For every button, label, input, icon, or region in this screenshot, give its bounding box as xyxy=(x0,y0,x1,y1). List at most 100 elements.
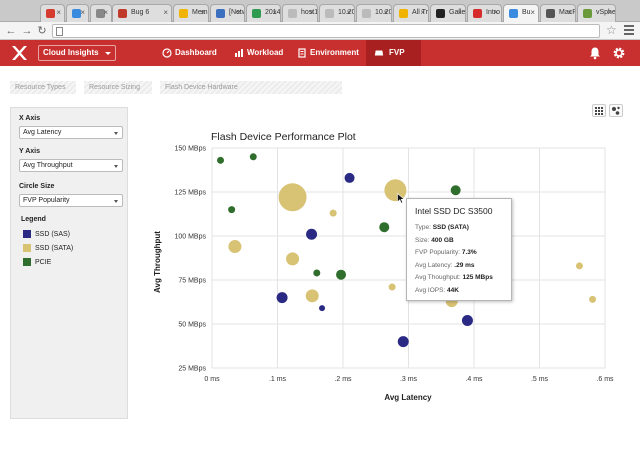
browser-tab[interactable]: Bu × xyxy=(503,4,539,22)
data-point[interactable] xyxy=(249,153,257,161)
close-icon[interactable]: × xyxy=(103,8,108,17)
bell-icon[interactable] xyxy=(588,46,602,60)
close-icon[interactable]: × xyxy=(236,8,241,17)
browser-tab[interactable]: vSphe × xyxy=(577,4,616,22)
data-point[interactable] xyxy=(336,269,347,280)
close-icon[interactable]: × xyxy=(457,8,462,17)
x-axis-select[interactable]: Avg Latency xyxy=(19,126,123,139)
data-point[interactable] xyxy=(589,295,597,303)
close-icon[interactable]: × xyxy=(346,8,351,17)
chevron-down-icon xyxy=(114,165,118,168)
browser-tab[interactable]: 10.20 × xyxy=(356,4,392,22)
reload-button[interactable]: ↻ xyxy=(35,24,49,38)
app-selector[interactable]: Cloud Insights xyxy=(38,45,116,61)
data-point[interactable] xyxy=(344,172,355,183)
nav-fvp[interactable]: FVP xyxy=(366,40,421,66)
circle-size-value: FVP Popularity xyxy=(23,197,70,204)
favicon-icon xyxy=(509,9,518,18)
data-point[interactable] xyxy=(276,292,288,304)
close-icon[interactable]: × xyxy=(420,8,425,17)
tooltip-row-throughput: Avg Thoughput: 125 MBps xyxy=(415,274,503,287)
address-bar[interactable] xyxy=(52,24,600,38)
close-icon[interactable]: × xyxy=(163,8,168,17)
back-button[interactable]: ← xyxy=(4,24,18,38)
circle-size-select[interactable]: FVP Popularity xyxy=(19,194,123,207)
browser-tab[interactable]: × xyxy=(40,4,65,22)
data-point[interactable] xyxy=(305,289,319,303)
browser-menu-icon[interactable] xyxy=(624,24,634,37)
browser-tab[interactable]: Intro × xyxy=(467,4,502,22)
x-tick-label: .5 ms xyxy=(531,376,549,383)
data-point[interactable] xyxy=(329,209,337,217)
data-point[interactable] xyxy=(228,206,236,214)
browser-tab[interactable]: All Tr × xyxy=(393,4,429,22)
tooltip-label: FVP Popularity: xyxy=(415,249,461,256)
browser-tab[interactable]: Bug 6 × xyxy=(112,4,172,22)
tab-flash-device-hardware[interactable]: Flash Device Hardware xyxy=(160,81,342,94)
data-point[interactable] xyxy=(575,262,583,270)
mouse-cursor-icon xyxy=(397,193,405,204)
browser-tab[interactable]: [Netw× xyxy=(210,4,245,22)
legend-item-ssd-sas[interactable]: SSD (SAS) xyxy=(23,230,70,240)
x-axis-label: X Axis xyxy=(19,115,41,122)
data-point[interactable] xyxy=(286,252,300,266)
browser-tab[interactable]: 10.20 × xyxy=(319,4,355,22)
close-icon[interactable]: × xyxy=(383,8,388,17)
tooltip-label: Avg Thoughput: xyxy=(415,274,461,281)
y-axis-select[interactable]: Avg Throughput xyxy=(19,159,123,172)
close-icon[interactable]: × xyxy=(80,8,85,17)
browser-tab[interactable]: MacR × xyxy=(540,4,576,22)
plot-controls-panel: X Axis Avg Latency Y Axis Avg Throughput… xyxy=(10,107,128,419)
close-icon[interactable]: × xyxy=(567,8,572,17)
browser-tab[interactable]: Galle × xyxy=(430,4,466,22)
x-axis-ticks: 0 ms .1 ms .2 ms .3 ms .4 ms .5 ms .6 ms xyxy=(204,376,614,383)
sub-navigation: Resource Types Resource Sizing Flash Dev… xyxy=(0,66,640,96)
tooltip-title: Intel SSD DC S3500 xyxy=(415,206,493,216)
tooltip-label: Avg IOPS: xyxy=(415,286,446,294)
tooltip-label: Type: xyxy=(415,224,431,231)
close-icon[interactable]: × xyxy=(56,8,61,17)
nav-environment[interactable]: Environment xyxy=(295,40,359,66)
tab-resource-types[interactable]: Resource Types xyxy=(10,81,76,94)
workload-icon xyxy=(235,49,243,57)
data-point[interactable] xyxy=(319,305,326,312)
data-point[interactable] xyxy=(313,269,321,277)
close-icon[interactable]: × xyxy=(607,8,612,17)
logo-icon[interactable] xyxy=(10,44,28,62)
forward-button[interactable]: → xyxy=(20,24,34,38)
y-axis-value: Avg Throughput xyxy=(23,162,73,169)
close-icon[interactable]: × xyxy=(272,8,277,17)
browser-tab[interactable]: 2014 × xyxy=(246,4,281,22)
close-icon[interactable]: × xyxy=(200,8,205,17)
tab-resource-sizing[interactable]: Resource Sizing xyxy=(84,81,152,94)
data-point[interactable] xyxy=(379,222,390,233)
grid-view-button[interactable] xyxy=(592,104,606,117)
gear-icon[interactable] xyxy=(612,46,626,60)
legend-item-pcie[interactable]: PCIE xyxy=(23,258,51,268)
data-point[interactable] xyxy=(217,156,225,164)
environment-icon xyxy=(298,48,306,58)
bubble-view-button[interactable] xyxy=(609,104,623,117)
nav-dashboard[interactable]: Dashboard xyxy=(160,40,217,66)
close-icon[interactable]: × xyxy=(530,8,535,17)
nav-workload[interactable]: Workload xyxy=(232,40,283,66)
data-point[interactable] xyxy=(228,240,242,254)
browser-tab[interactable]: Mem × xyxy=(173,4,209,22)
data-point[interactable] xyxy=(450,185,461,196)
browser-tab[interactable]: × xyxy=(66,4,89,22)
window-controls[interactable] xyxy=(624,0,638,14)
bookmark-star-icon[interactable]: ☆ xyxy=(606,23,617,37)
tooltip-value: 7.3% xyxy=(461,249,477,256)
data-point[interactable] xyxy=(278,183,307,212)
browser-tab[interactable]: host1 × xyxy=(282,4,318,22)
data-point[interactable] xyxy=(461,314,473,326)
close-icon[interactable]: × xyxy=(493,8,498,17)
favicon-icon xyxy=(216,9,225,18)
close-icon[interactable]: × xyxy=(309,8,314,17)
legend-swatch xyxy=(23,230,31,238)
browser-tab[interactable]: × xyxy=(90,4,112,22)
data-point[interactable] xyxy=(388,283,396,291)
data-point[interactable] xyxy=(306,228,318,240)
data-point[interactable] xyxy=(397,336,409,348)
legend-item-ssd-sata[interactable]: SSD (SATA) xyxy=(23,244,73,254)
